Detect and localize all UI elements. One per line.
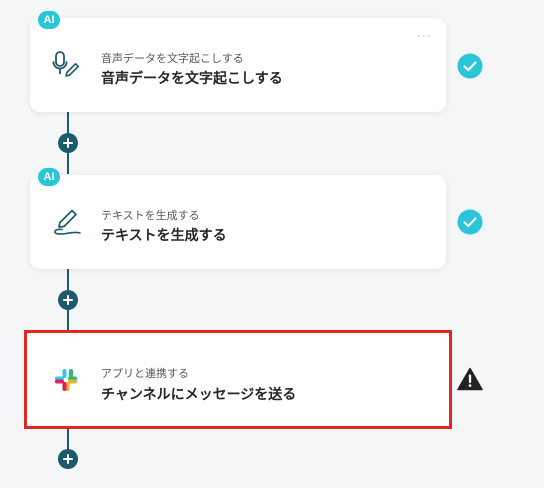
step-card-transcribe[interactable]: AI ··· 音声データを文字起こしする 音声データを文字起こしする [30, 11, 446, 112]
step-subtitle: 音声データを文字起こしする [101, 52, 244, 65]
step-title: テキストを生成する [101, 228, 227, 244]
plus-icon [63, 295, 73, 305]
workflow-canvas: AI ··· 音声データを文字起こしする 音声データを文字起こしする AI テキ… [0, 0, 544, 488]
plus-icon [63, 454, 73, 464]
plus-icon [63, 138, 73, 148]
step-title: 音声データを文字起こしする [101, 71, 283, 87]
check-circle-icon [457, 53, 483, 79]
step-subtitle: アプリと連携する [101, 367, 189, 380]
warning-triangle-icon [457, 367, 483, 391]
add-step-button[interactable] [58, 290, 78, 310]
step-card-slack-message[interactable]: アプリと連携する チャンネルにメッセージを送る [24, 330, 452, 429]
add-step-button[interactable] [58, 133, 78, 153]
step-subtitle: テキストを生成する [101, 209, 200, 222]
ai-badge: AI [38, 11, 60, 29]
check-circle-icon [457, 209, 483, 235]
ai-badge: AI [38, 168, 60, 186]
step-card-generate-text[interactable]: AI テキストを生成する テキストを生成する [30, 168, 446, 269]
add-step-button[interactable] [58, 449, 78, 469]
slack-icon [55, 369, 77, 391]
more-options-icon[interactable]: ··· [417, 31, 432, 44]
microphone-pen-icon [52, 51, 79, 77]
step-title: チャンネルにメッセージを送る [101, 387, 297, 403]
pen-line-icon [54, 209, 81, 235]
